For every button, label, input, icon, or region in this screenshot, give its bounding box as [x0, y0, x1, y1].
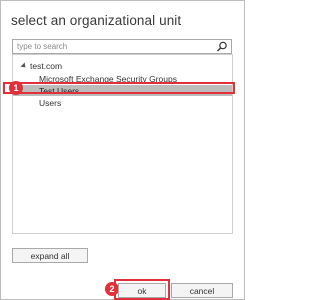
tree-node-users[interactable]: Users: [39, 98, 61, 108]
dialog-title: select an organizational unit: [11, 13, 182, 28]
tree-node-root[interactable]: test.com: [30, 61, 62, 71]
expand-all-button[interactable]: expand all: [12, 248, 88, 263]
dialog: select an organizational unit test.com M…: [0, 0, 245, 300]
annotation-highlight-test-users: [3, 82, 235, 94]
step-badge-2: 2: [105, 282, 119, 296]
search-input[interactable]: [13, 40, 211, 53]
ou-tree: test.com Microsoft Exchange Security Gro…: [12, 54, 233, 234]
search-icon[interactable]: [216, 41, 228, 52]
step-badge-1: 1: [9, 81, 23, 95]
cancel-button[interactable]: cancel: [171, 283, 233, 298]
expanded-caret-icon[interactable]: [20, 62, 28, 70]
search-box[interactable]: [12, 39, 232, 54]
ok-button[interactable]: ok: [118, 283, 166, 298]
